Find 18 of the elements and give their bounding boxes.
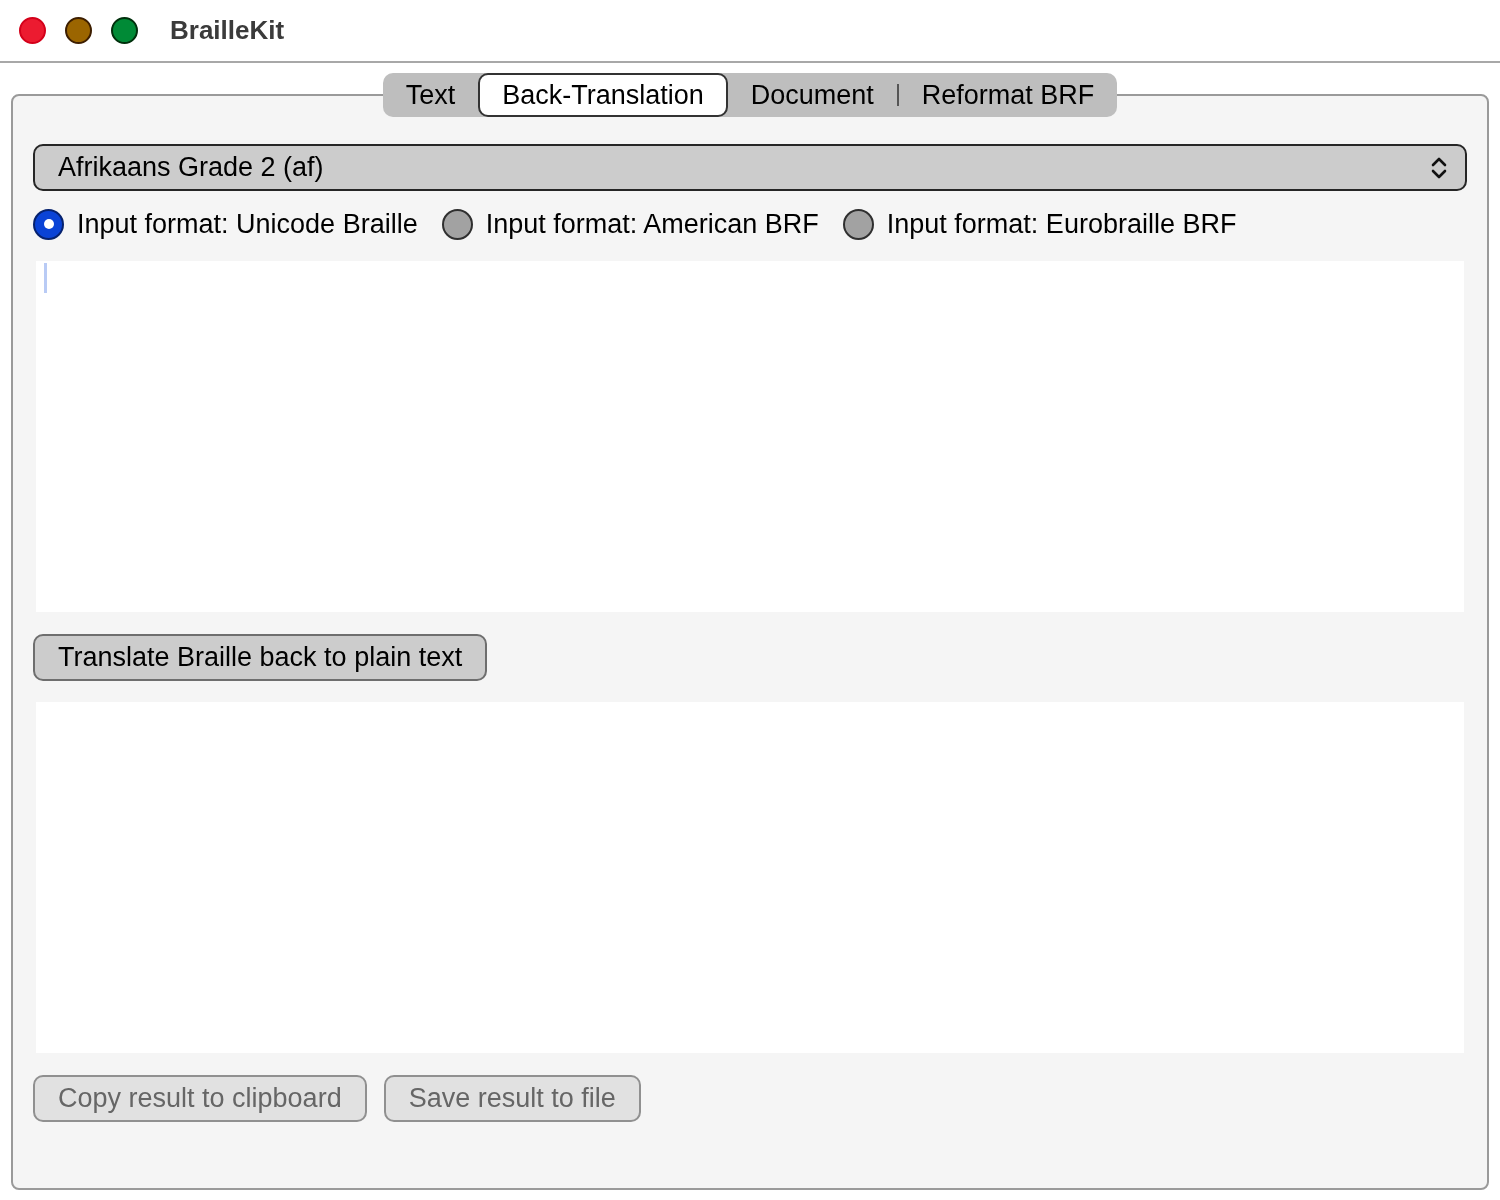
language-select[interactable]: Afrikaans Grade 2 (af) (33, 144, 1467, 191)
close-icon[interactable] (19, 17, 46, 44)
radio-button[interactable] (842, 208, 874, 240)
radio-button[interactable] (441, 208, 473, 240)
radio-button[interactable] (33, 208, 64, 240)
radio-label: Input format: Eurobraille BRF (886, 207, 1237, 241)
braille-input-field[interactable] (36, 261, 1464, 612)
tab[interactable]: Reformat BRF (898, 73, 1118, 117)
radio-label: Input format: Unicode Braille (77, 207, 418, 241)
tab[interactable]: Text (382, 73, 479, 117)
window-title: BrailleKit (170, 14, 285, 47)
chevron-up-down-icon (1431, 156, 1447, 179)
tab[interactable]: Document (727, 73, 897, 117)
translate-button[interactable]: Translate Braille back to plain text (33, 634, 488, 681)
tab[interactable]: Back-Translation (478, 73, 728, 117)
minimize-icon[interactable] (65, 17, 92, 44)
radio-label: Input format: American BRF (485, 207, 819, 241)
maximize-icon[interactable] (111, 17, 138, 44)
